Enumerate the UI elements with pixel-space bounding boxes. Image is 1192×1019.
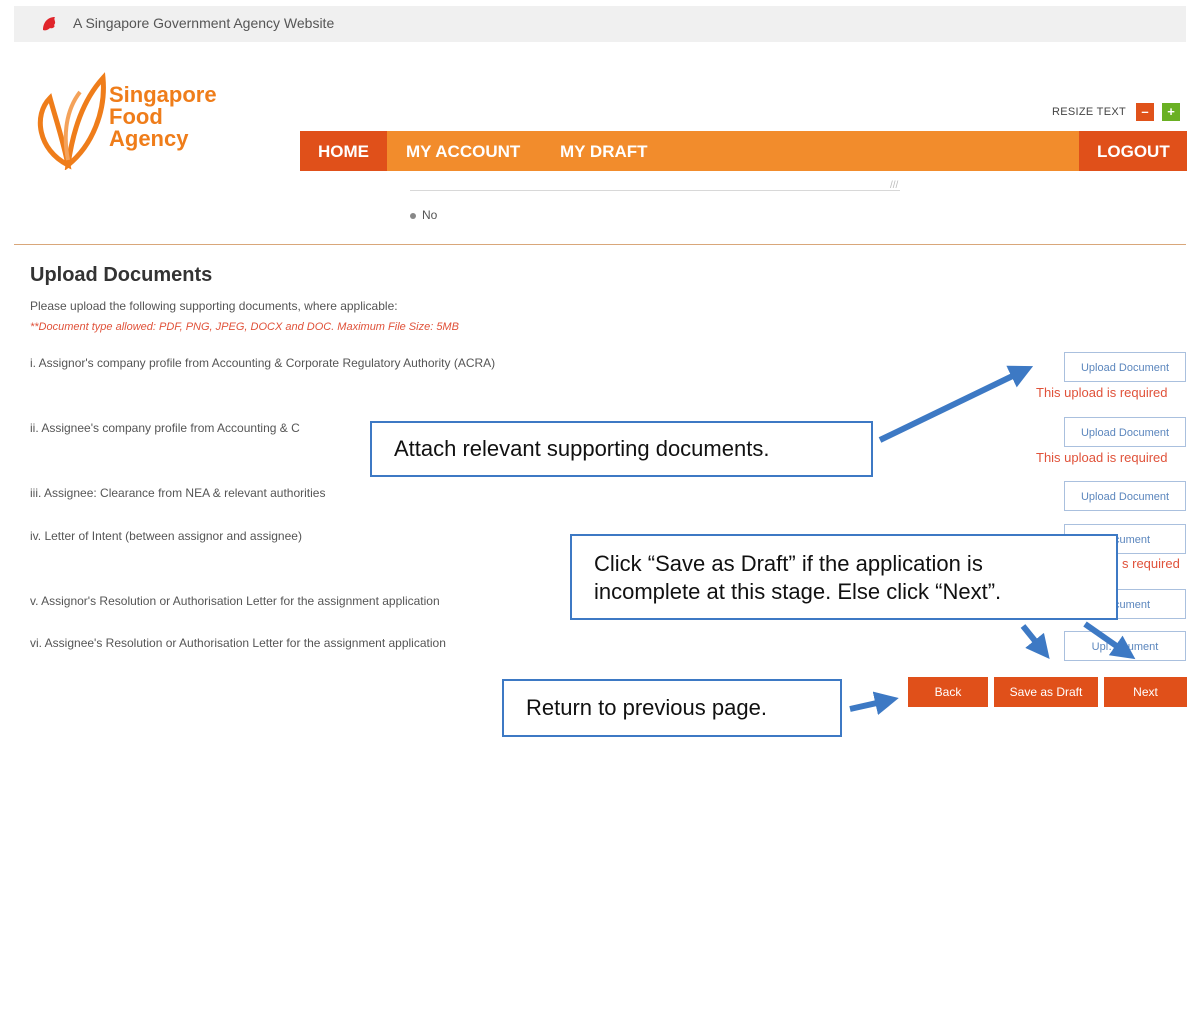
logout-label[interactable]: LOGOUT [1097, 142, 1170, 162]
save-as-draft-button[interactable]: Save as Draft [994, 677, 1098, 707]
lion-head-icon [43, 17, 56, 31]
upload-section-title: Upload Documents [30, 264, 213, 286]
upload-error-2: This upload is required [1036, 450, 1168, 465]
upload-error-4: s required [1122, 556, 1180, 571]
logo-line-1: Singapore [109, 82, 217, 107]
upload-document-button-6[interactable]: Upl… cument [1064, 631, 1186, 661]
upload-document-button-1[interactable]: Upload Document [1064, 352, 1186, 382]
callout-attach-documents: Attach relevant supporting documents. [370, 421, 873, 477]
nav-home-label[interactable]: HOME [318, 142, 369, 162]
upload-document-button-2[interactable]: Upload Document [1064, 417, 1186, 447]
section-divider [14, 244, 1186, 245]
increase-text-button[interactable]: + [1162, 103, 1180, 121]
sfa-logo-icon[interactable] [28, 70, 108, 170]
nav-my-account[interactable]: MY ACCOUNT [406, 142, 520, 162]
upload-error-1: This upload is required [1036, 385, 1168, 400]
file-type-note: **Document type allowed: PDF, PNG, JPEG,… [30, 321, 459, 333]
sfa-logo-text[interactable]: Singapore Food Agency [109, 84, 217, 150]
document-label-3: iii. Assignee: Clearance from NEA & rele… [30, 486, 326, 500]
logo-line-2: Food [109, 104, 163, 129]
text-field-underline [410, 190, 900, 191]
document-label-2: ii. Assignee's company profile from Acco… [30, 421, 300, 435]
logo-line-3: Agency [109, 126, 189, 151]
nav-my-draft[interactable]: MY DRAFT [560, 142, 648, 162]
callout-save-draft: Click “Save as Draft” if the application… [570, 534, 1118, 620]
callout-attach-text: Attach relevant supporting documents. [394, 436, 770, 461]
upload-description: Please upload the following supporting d… [30, 299, 398, 313]
callout-return: Return to previous page. [502, 679, 842, 737]
radio-dot [410, 212, 416, 219]
radio-option-no[interactable]: No [410, 208, 437, 222]
next-button[interactable]: Next [1104, 677, 1187, 707]
field-resize-handle: /// [890, 180, 899, 191]
resize-text-label: RESIZE TEXT [1052, 106, 1126, 118]
arrow-to-upload-button [878, 365, 1034, 443]
radio-no-label: No [422, 208, 438, 222]
arrow-to-back [849, 691, 899, 715]
callout-save-line-2: incomplete at this stage. Else click “Ne… [594, 579, 1002, 604]
upload-document-button-3[interactable]: Upload Document [1064, 481, 1186, 511]
document-label-4: iv. Letter of Intent (between assignor a… [30, 529, 302, 543]
callout-return-text: Return to previous page. [526, 695, 767, 720]
document-label-1: i. Assignor's company profile from Accou… [30, 356, 496, 370]
back-button[interactable]: Back [908, 677, 988, 707]
document-label-5: v. Assignor's Resolution or Authorisatio… [30, 594, 440, 608]
decrease-text-button[interactable]: – [1136, 103, 1154, 121]
document-label-6: vi. Assignee's Resolution or Authorisati… [30, 636, 446, 650]
callout-save-line-1: Click “Save as Draft” if the application… [594, 551, 983, 576]
arrow-to-save-draft [1020, 624, 1050, 660]
masthead-text: A Singapore Government Agency Website [73, 15, 335, 31]
